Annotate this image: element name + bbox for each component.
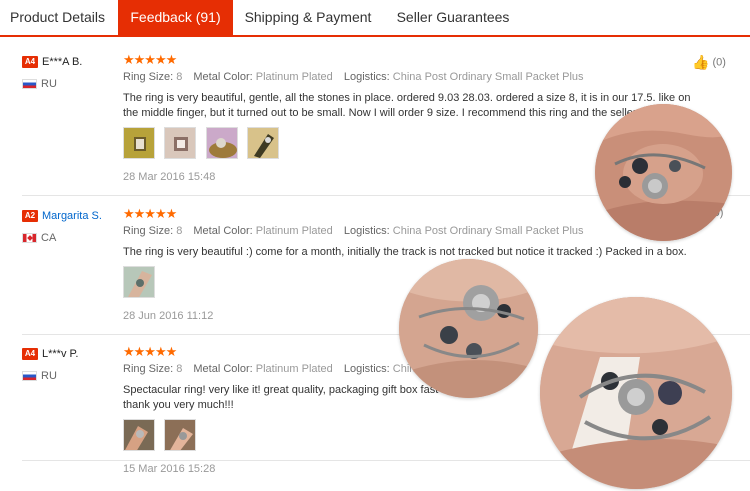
ring-photo-zoom <box>595 104 732 241</box>
review-text: The ring is very beautiful :) come for a… <box>123 246 687 258</box>
tab-seller-guarantees[interactable]: Seller Guarantees <box>383 0 523 35</box>
thumbs-up-icon: 👍 <box>692 54 710 70</box>
tab-bar: Product Details Feedback (91) Shipping &… <box>0 0 750 37</box>
ring-photo-zoom <box>540 297 732 489</box>
review-text: The ring is very beautiful, gentle, all … <box>123 92 691 119</box>
review-photo-thumbnail[interactable] <box>123 419 155 451</box>
review-photo-thumbnail[interactable] <box>164 419 197 451</box>
reviewer-name: L***v P. <box>42 347 79 360</box>
reviewer-country: RU <box>22 370 117 382</box>
reviewer-name: E***A B. <box>42 55 83 68</box>
russia-flag-icon <box>22 79 37 90</box>
canada-flag-icon <box>22 233 37 244</box>
russia-flag-icon <box>22 371 37 382</box>
reviewer-info: A2 Margarita S. CA <box>22 207 117 244</box>
tab-product-details[interactable]: Product Details <box>0 0 115 35</box>
review-photo-thumbnail[interactable] <box>247 127 280 159</box>
review-photo-thumbnail[interactable] <box>205 127 238 159</box>
reviewer-country: CA <box>22 232 117 244</box>
ring-photo-zoom <box>399 259 538 398</box>
reviewer-info: A4 E***A B. RU <box>22 53 117 90</box>
tab-shipping-payment[interactable]: Shipping & Payment <box>233 0 383 35</box>
review-photo-thumbnail[interactable] <box>164 127 197 159</box>
star-rating: ★★★★★ <box>123 52 177 67</box>
tab-feedback[interactable]: Feedback (91) <box>118 0 233 35</box>
level-badge: A4 <box>22 347 38 360</box>
level-badge: A4 <box>22 55 38 68</box>
review-photo-thumbnail[interactable] <box>123 266 155 298</box>
reviewer-info: A4 L***v P. RU <box>22 345 117 382</box>
helpful-button[interactable]: 👍 (0) <box>692 54 726 71</box>
reviewer-name[interactable]: Margarita S. <box>42 210 102 222</box>
reviewer-country: RU <box>22 78 117 90</box>
level-badge: A2 <box>22 209 38 222</box>
order-attributes: Ring Size: 8 Metal Color: Platinum Plate… <box>123 71 584 83</box>
review-photo-thumbnail[interactable] <box>123 127 155 159</box>
